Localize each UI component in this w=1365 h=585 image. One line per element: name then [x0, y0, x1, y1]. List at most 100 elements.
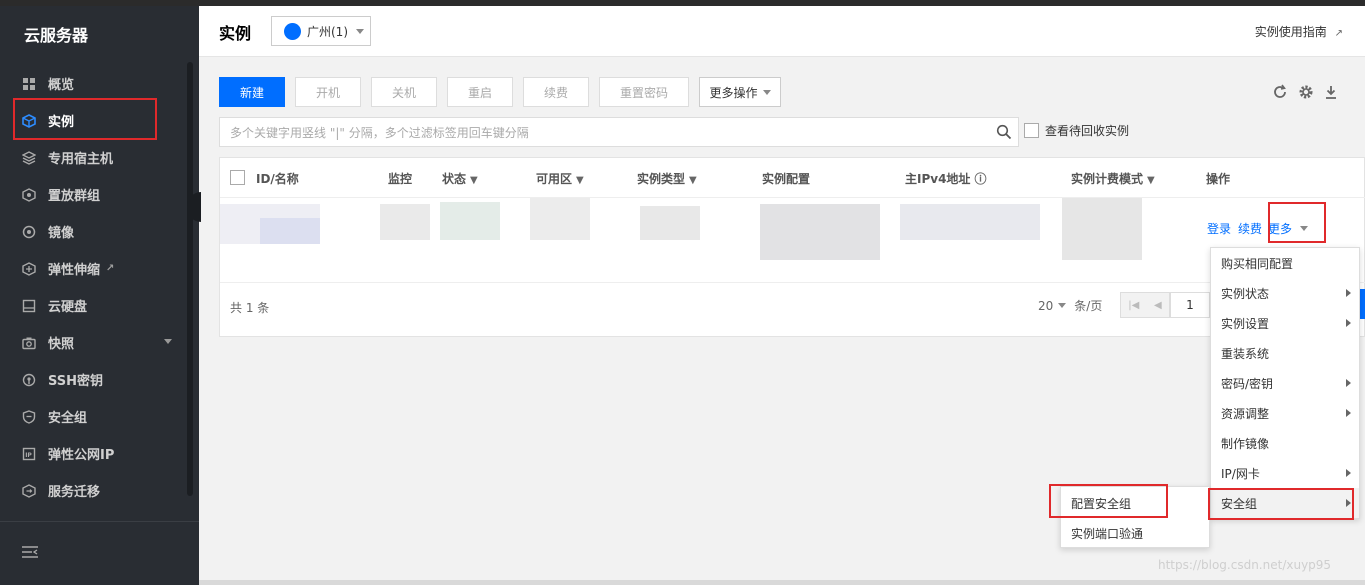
redacted-cell — [640, 206, 700, 240]
restart-button[interactable]: 重启 — [447, 77, 513, 107]
sidebar-item-label: 弹性公网IP — [48, 448, 115, 463]
guide-link[interactable]: 实例使用指南 ↗ — [1255, 23, 1343, 40]
search-placeholder: 多个关键字用竖线 "|" 分隔，多个过滤标签用回车键分隔 — [230, 125, 529, 140]
recycle-filter[interactable]: 查看待回收实例 — [1024, 122, 1129, 139]
chevron-down-icon — [164, 339, 172, 344]
menu-item-password-key[interactable]: 密码/密钥 — [1211, 368, 1359, 398]
menu-item-resize[interactable]: 资源调整 — [1211, 398, 1359, 428]
reset-password-button[interactable]: 重置密码 — [599, 77, 689, 107]
sidebar-item-elastic-ip[interactable]: IP 弹性公网IP — [0, 435, 190, 472]
instance-table: ID/名称 监控 状态 ▼ 可用区 ▼ 实例类型 ▼ 实例配置 主IPv4地址 ⓘ 实例… — [219, 157, 1365, 337]
pagination-prev[interactable]: |◀ ◀ — [1120, 292, 1170, 318]
prev-page-icon[interactable]: ◀ — [1154, 300, 1162, 311]
collapse-sidebar-icon[interactable] — [22, 546, 38, 558]
host-icon — [22, 150, 36, 165]
sidebar-item-security-group[interactable]: 安全组 — [0, 398, 190, 435]
redacted-cell — [530, 198, 590, 240]
menu-item-ip-nic[interactable]: IP/网卡 — [1211, 458, 1359, 488]
more-actions-button[interactable]: 更多操作 — [699, 77, 781, 107]
sidebar-item-migration[interactable]: 服务迁移 — [0, 472, 190, 509]
divider — [0, 521, 199, 522]
chevron-down-icon — [356, 28, 364, 34]
sidebar-item-label: 置放群组 — [48, 189, 101, 204]
region-selector[interactable]: 广州(1) — [271, 16, 371, 46]
sidebar-item-placement-group[interactable]: 置放群组 — [0, 176, 190, 213]
menu-item-instance-settings[interactable]: 实例设置 — [1211, 308, 1359, 338]
key-icon — [22, 373, 36, 387]
page-header: 实例 广州(1) 实例使用指南 ↗ — [199, 6, 1365, 57]
new-button[interactable]: 新建 — [219, 77, 285, 107]
gear-icon[interactable] — [1298, 84, 1314, 100]
sidebar-title: 云服务器 — [24, 26, 89, 45]
renew-button[interactable]: 续费 — [523, 77, 589, 107]
sidebar-item-ssh-key[interactable]: SSH密钥 — [0, 361, 190, 398]
redacted-cell — [260, 218, 320, 244]
chevron-down-icon — [1058, 303, 1067, 308]
download-icon[interactable] — [1323, 84, 1339, 100]
sidebar-item-image[interactable]: 镜像 — [0, 213, 190, 250]
group-icon — [22, 187, 36, 202]
refresh-icon[interactable] — [1272, 84, 1288, 100]
header-actions: 操作 — [1206, 172, 1231, 186]
filter-icon[interactable]: ▼ — [470, 175, 478, 186]
first-page-icon[interactable]: |◀ — [1128, 300, 1139, 311]
chevron-right-icon — [1346, 379, 1351, 387]
header-config: 实例配置 — [762, 172, 811, 186]
renew-link[interactable]: 续费 — [1238, 220, 1262, 237]
start-button[interactable]: 开机 — [295, 77, 361, 107]
sidebar-item-label: 云硬盘 — [48, 300, 88, 315]
page-number-input[interactable]: 1 — [1170, 292, 1210, 318]
next-page-button-edge[interactable] — [1360, 289, 1365, 319]
sidebar-item-auto-scaling[interactable]: 弹性伸缩 ↗ — [0, 250, 190, 287]
menu-item-buy-same[interactable]: 购买相同配置 — [1211, 248, 1359, 278]
sidebar-scrollbar[interactable] — [187, 62, 193, 496]
page-size-selector[interactable]: 20 条/页 — [1038, 297, 1102, 314]
recycle-label: 查看待回收实例 — [1045, 124, 1130, 138]
sidebar-item-label: 快照 — [48, 337, 75, 352]
menu-item-create-image[interactable]: 制作镜像 — [1211, 428, 1359, 458]
more-dropdown-menu: 购买相同配置 实例状态 实例设置 重装系统 密码/密钥 资源调整 制作镜像 IP… — [1210, 247, 1360, 519]
sidebar-item-label: 弹性伸缩 — [48, 263, 101, 278]
sidebar-item-cloud-disk[interactable]: 云硬盘 — [0, 287, 190, 324]
region-label: 广州(1) — [307, 24, 348, 39]
menu-item-reinstall[interactable]: 重装系统 — [1211, 338, 1359, 368]
sidebar-item-label: 安全组 — [48, 411, 88, 426]
sidebar-item-label: 实例 — [48, 115, 75, 130]
info-icon[interactable]: ⓘ — [974, 172, 986, 186]
chevron-right-icon — [1346, 469, 1351, 477]
sidebar-item-instances[interactable]: 实例 — [0, 102, 190, 139]
filter-icon[interactable]: ▼ — [689, 175, 697, 186]
redacted-cell — [1062, 198, 1142, 260]
grid-icon — [22, 77, 36, 91]
login-link[interactable]: 登录 — [1207, 220, 1231, 237]
sidebar-item-overview[interactable]: 概览 — [0, 65, 190, 102]
sidebar-item-label: 专用宿主机 — [48, 152, 114, 167]
header-instance-type[interactable]: 实例类型 ▼ — [637, 170, 697, 187]
header-zone[interactable]: 可用区 ▼ — [536, 170, 584, 187]
sidebar: 云服务器 概览 实例 专用宿主机 置放群组 镜像 弹性伸缩 ↗ 云硬盘 快照 S… — [0, 6, 199, 585]
more-link[interactable]: 更多 — [1268, 220, 1309, 237]
svg-text:IP: IP — [25, 452, 32, 459]
search-input[interactable]: 多个关键字用竖线 "|" 分隔，多个过滤标签用回车键分隔 — [219, 117, 1019, 147]
stop-button[interactable]: 关机 — [371, 77, 437, 107]
disk-icon — [22, 299, 36, 313]
sidebar-item-label: 概览 — [48, 78, 75, 93]
header-status[interactable]: 状态 ▼ — [442, 170, 478, 187]
sidebar-item-snapshot[interactable]: 快照 — [0, 324, 190, 361]
filter-icon[interactable]: ▼ — [576, 175, 584, 186]
chevron-down-icon — [1300, 226, 1309, 231]
header-billing[interactable]: 实例计费模式 ▼ — [1071, 170, 1155, 187]
menu-item-port-check[interactable]: 实例端口验通 — [1061, 518, 1209, 548]
cube-icon — [22, 113, 36, 128]
menu-item-instance-status[interactable]: 实例状态 — [1211, 278, 1359, 308]
menu-item-security-group[interactable]: 安全组 — [1211, 488, 1359, 518]
divider — [220, 197, 1365, 198]
menu-item-configure-security-group[interactable]: 配置安全组 — [1061, 488, 1209, 518]
filter-icon[interactable]: ▼ — [1147, 175, 1155, 186]
disc-icon — [22, 225, 36, 239]
search-icon[interactable] — [996, 124, 1012, 140]
recycle-checkbox[interactable] — [1024, 123, 1039, 138]
sidebar-item-dedicated-host[interactable]: 专用宿主机 — [0, 139, 190, 176]
migrate-icon — [22, 483, 36, 498]
select-all-checkbox[interactable] — [230, 170, 245, 185]
